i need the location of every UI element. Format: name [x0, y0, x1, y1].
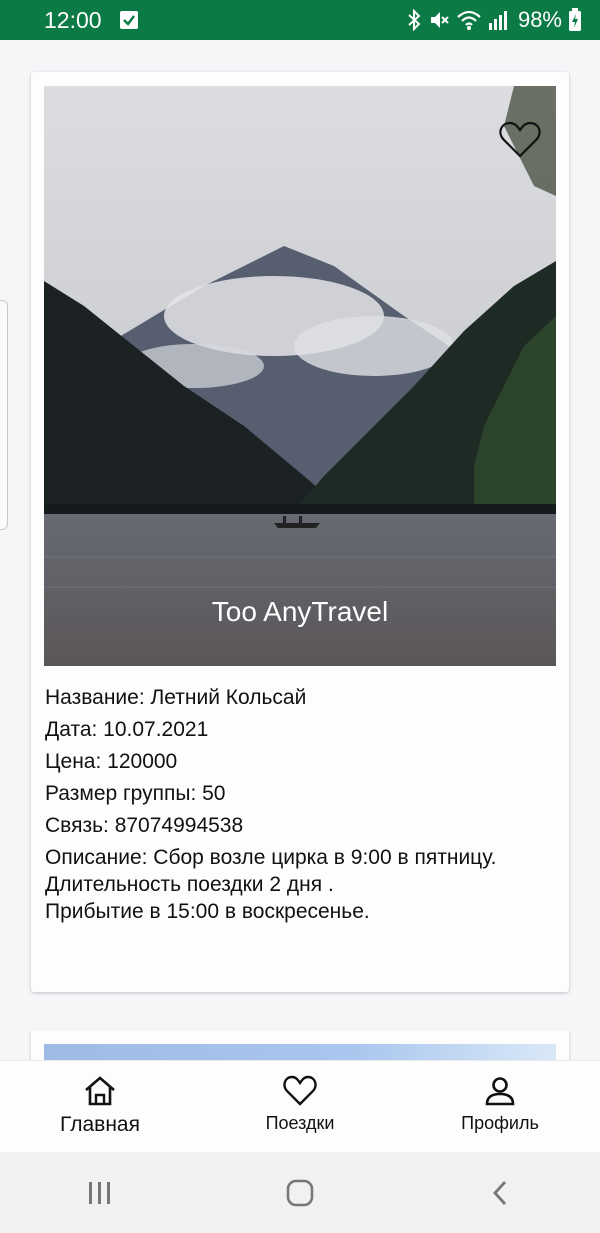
bottom-navigation: Главная Поездки Профиль — [0, 1060, 600, 1153]
mute-icon — [430, 12, 449, 28]
tour-date: Дата: 10.07.2021 — [45, 718, 209, 741]
tour-name: Название: Летний Кольсай — [45, 686, 307, 709]
recent-apps-icon — [89, 1181, 110, 1204]
tour-photo: Too AnyTravel — [44, 86, 556, 666]
company-name: Too AnyTravel — [211, 596, 389, 627]
recent-apps-button[interactable] — [70, 1168, 130, 1218]
back-button[interactable] — [470, 1168, 530, 1218]
home-button[interactable] — [270, 1168, 330, 1218]
tour-price: Цена: 120000 — [45, 750, 178, 773]
check-notification-icon — [119, 11, 138, 29]
nav-home-label: Главная — [60, 1113, 140, 1136]
heart-icon — [283, 1075, 317, 1106]
nav-home[interactable]: Главная — [0, 1061, 200, 1153]
battery-charging-icon — [569, 8, 581, 31]
signal-icon — [488, 11, 507, 30]
tour-contact: Связь: 87074994538 — [45, 814, 244, 837]
status-bar: 12:00 98% — [0, 0, 600, 40]
profile-icon — [485, 1077, 515, 1106]
tour-details: Название: Летний Кольсай Дата: 10.07.202… — [45, 682, 560, 925]
system-navigation-bar — [0, 1152, 600, 1233]
home-circle-icon — [286, 1179, 314, 1206]
nav-profile[interactable]: Профиль — [400, 1061, 600, 1153]
lake-mountain-photo — [44, 86, 556, 666]
heart-outline-icon[interactable] — [498, 120, 542, 160]
tour-group-size: Размер группы: 50 — [45, 782, 226, 805]
nav-profile-label: Профиль — [461, 1113, 539, 1133]
back-icon — [493, 1180, 507, 1205]
status-time: 12:00 — [44, 6, 102, 33]
wifi-icon — [457, 10, 481, 30]
tour-description: Описание: Сбор возле цирка в 9:00 в пятн… — [45, 846, 497, 923]
status-icons: 98% — [406, 7, 582, 33]
bluetooth-icon — [408, 9, 421, 31]
nav-trips-label: Поездки — [265, 1113, 335, 1133]
edge-panel-handle[interactable] — [0, 300, 8, 530]
tour-card[interactable]: Too AnyTravel Название: Летний Кольсай Д… — [31, 72, 569, 992]
home-icon — [85, 1076, 115, 1106]
nav-trips[interactable]: Поездки — [200, 1061, 400, 1153]
battery-level: 98% — [517, 7, 562, 32]
